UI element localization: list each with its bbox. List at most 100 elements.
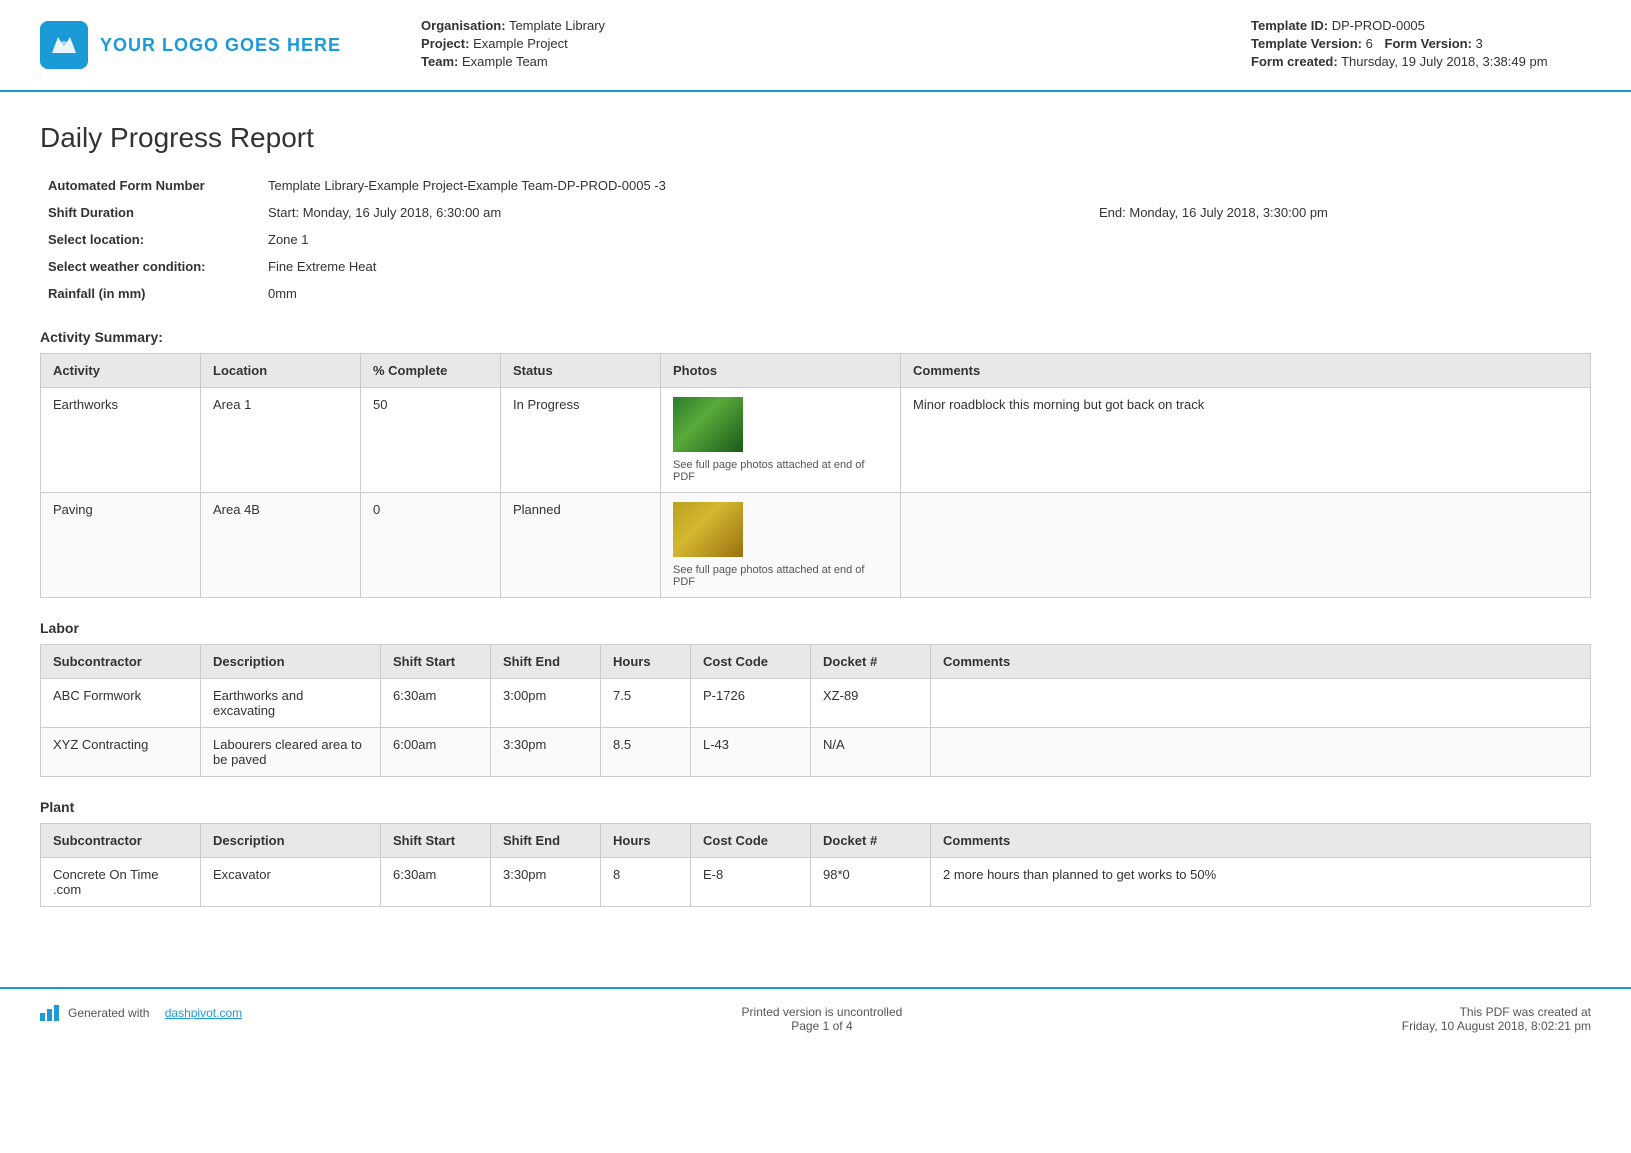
- activity-col-header: Activity: [41, 354, 201, 388]
- location-label: Select location:: [40, 226, 260, 253]
- labor-description-cell: Labourers cleared area to be paved: [201, 728, 381, 777]
- header: YOUR LOGO GOES HERE Organisation: Templa…: [0, 0, 1631, 92]
- labor-docket-header: Docket #: [811, 645, 931, 679]
- status-cell: In Progress: [501, 388, 661, 493]
- versions-line: Template Version: 6 Form Version: 3: [1251, 36, 1591, 51]
- labor-shift-end-cell: 3:00pm: [491, 679, 601, 728]
- photos-cell: See full page photos attached at end of …: [661, 388, 901, 493]
- plant-shift-end-cell: 3:30pm: [491, 858, 601, 907]
- header-right: Template ID: DP-PROD-0005 Template Versi…: [1251, 18, 1591, 72]
- footer-left: Generated with dashpivot.com: [40, 1005, 242, 1021]
- photos-col-header: Photos: [661, 354, 901, 388]
- percent-col-header: % Complete: [361, 354, 501, 388]
- plant-shift-end-header: Shift End: [491, 824, 601, 858]
- dashpivot-link[interactable]: dashpivot.com: [165, 1006, 242, 1020]
- status-col-header: Status: [501, 354, 661, 388]
- template-id-value: DP-PROD-0005: [1332, 18, 1425, 33]
- labor-shift-start-header: Shift Start: [381, 645, 491, 679]
- location-cell: Area 1: [201, 388, 361, 493]
- photo-caption: See full page photos attached at end of …: [673, 564, 888, 588]
- labor-docket-cell: N/A: [811, 728, 931, 777]
- shift-end-value: End: Monday, 16 July 2018, 3:30:00 pm: [1091, 199, 1591, 226]
- footer: Generated with dashpivot.com Printed ver…: [0, 987, 1631, 1049]
- comments-col-header: Comments: [901, 354, 1591, 388]
- page-title: Daily Progress Report: [40, 122, 1591, 154]
- plant-subcontractor-header: Subcontractor: [41, 824, 201, 858]
- labor-header-row: Subcontractor Description Shift Start Sh…: [41, 645, 1591, 679]
- org-line: Organisation: Template Library: [421, 18, 1251, 33]
- labor-subcontractor-cell: XYZ Contracting: [41, 728, 201, 777]
- template-version-value: 6: [1366, 36, 1373, 51]
- rainfall-value: 0mm: [260, 280, 1591, 307]
- plant-comments-cell: 2 more hours than planned to get works t…: [931, 858, 1591, 907]
- team-label: Team:: [421, 54, 458, 69]
- form-created-label: Form created:: [1251, 54, 1338, 69]
- weather-value: Fine Extreme Heat: [260, 253, 1591, 280]
- bar1: [40, 1013, 45, 1021]
- auto-form-row: Automated Form Number Template Library-E…: [40, 172, 1591, 199]
- activity-summary-title: Activity Summary:: [40, 329, 1591, 345]
- labor-subcontractor-header: Subcontractor: [41, 645, 201, 679]
- team-value: Example Team: [462, 54, 548, 69]
- info-table: Automated Form Number Template Library-E…: [40, 172, 1591, 307]
- labor-comments-cell: [931, 728, 1591, 777]
- location-cell: Area 4B: [201, 493, 361, 598]
- template-version-label: Template Version:: [1251, 36, 1362, 51]
- labor-description-cell: Earthworks and excavating: [201, 679, 381, 728]
- activity-cell: Paving: [41, 493, 201, 598]
- logo-svg: [48, 29, 80, 61]
- footer-right-text: This PDF was created atFriday, 10 August…: [1402, 1005, 1591, 1033]
- footer-bar-chart-icon: [40, 1005, 62, 1021]
- photo-thumbnail: [673, 502, 743, 557]
- project-line: Project: Example Project: [421, 36, 1251, 51]
- labor-cost-code-cell: L-43: [691, 728, 811, 777]
- project-label: Project:: [421, 36, 469, 51]
- plant-title: Plant: [40, 799, 1591, 815]
- bar2: [47, 1009, 52, 1021]
- percent-cell: 0: [361, 493, 501, 598]
- labor-docket-cell: XZ-89: [811, 679, 931, 728]
- weather-row: Select weather condition: Fine Extreme H…: [40, 253, 1591, 280]
- main-content: Daily Progress Report Automated Form Num…: [0, 92, 1631, 947]
- header-center: Organisation: Template Library Project: …: [341, 18, 1251, 72]
- labor-shift-end-header: Shift End: [491, 645, 601, 679]
- comments-cell: Minor roadblock this morning but got bac…: [901, 388, 1591, 493]
- labor-cost-code-header: Cost Code: [691, 645, 811, 679]
- plant-cost-code-cell: E-8: [691, 858, 811, 907]
- logo-icon: [40, 21, 88, 69]
- activity-row: Paving Area 4B 0 Planned See full page p…: [41, 493, 1591, 598]
- shift-end-label: End:: [1099, 205, 1126, 220]
- photo-caption: See full page photos attached at end of …: [673, 459, 888, 483]
- photos-cell: See full page photos attached at end of …: [661, 493, 901, 598]
- footer-center: Printed version is uncontrolledPage 1 of…: [742, 1005, 903, 1033]
- generated-label: Generated with: [68, 1006, 149, 1020]
- plant-description-cell: Excavator: [201, 858, 381, 907]
- labor-cost-code-cell: P-1726: [691, 679, 811, 728]
- bar3: [54, 1005, 59, 1021]
- location-value: Zone 1: [260, 226, 1591, 253]
- logo-text: YOUR LOGO GOES HERE: [100, 35, 341, 56]
- labor-hours-cell: 7.5: [601, 679, 691, 728]
- shift-duration-label: Shift Duration: [40, 199, 260, 226]
- header-logo: YOUR LOGO GOES HERE: [40, 21, 341, 69]
- shift-start-value: Start: Monday, 16 July 2018, 6:30:00 am: [260, 199, 1091, 226]
- shift-end-text: Monday, 16 July 2018, 3:30:00 pm: [1129, 205, 1328, 220]
- org-label: Organisation:: [421, 18, 506, 33]
- shift-start-label: Start:: [268, 205, 299, 220]
- plant-subcontractor-cell: Concrete On Time .com: [41, 858, 201, 907]
- plant-comments-header: Comments: [931, 824, 1591, 858]
- plant-docket-header: Docket #: [811, 824, 931, 858]
- activity-cell: Earthworks: [41, 388, 201, 493]
- labor-shift-end-cell: 3:30pm: [491, 728, 601, 777]
- rainfall-row: Rainfall (in mm) 0mm: [40, 280, 1591, 307]
- labor-description-header: Description: [201, 645, 381, 679]
- form-created-line: Form created: Thursday, 19 July 2018, 3:…: [1251, 54, 1591, 69]
- plant-table: Subcontractor Description Shift Start Sh…: [40, 823, 1591, 907]
- labor-hours-cell: 8.5: [601, 728, 691, 777]
- auto-form-label: Automated Form Number: [40, 172, 260, 199]
- auto-form-label-text: Automated Form Number: [48, 178, 205, 193]
- footer-right: This PDF was created atFriday, 10 August…: [1402, 1005, 1591, 1033]
- plant-docket-cell: 98*0: [811, 858, 931, 907]
- labor-comments-header: Comments: [931, 645, 1591, 679]
- labor-row: ABC Formwork Earthworks and excavating 6…: [41, 679, 1591, 728]
